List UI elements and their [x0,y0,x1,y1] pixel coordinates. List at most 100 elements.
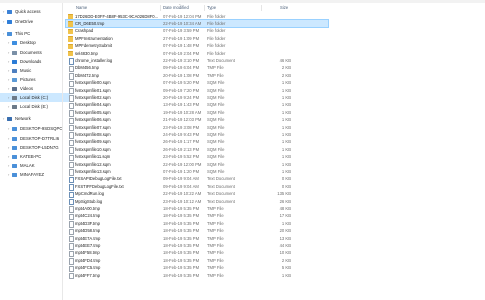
file-row[interactable]: mpt4C24.tmp 18-Feb-19 5:35 PM TMP File 17 K… [66,213,328,221]
file-row[interactable]: fvstxspmfile01.sqm 09-Feb-19 7:20 PM SQM F… [66,87,328,95]
file-row[interactable]: mpt4A00.tmp 18-Feb-19 5:35 PM TMP File 48 K… [66,205,328,213]
file-row[interactable]: chrome_installer.log 22-Feb-19 3:10 PM Tex… [66,57,328,65]
file-row[interactable]: fvstxspmfile04.sqm 13-Feb-19 1:43 PM SQM F… [66,102,328,110]
file-row[interactable]: FXSTIFFDebugLogFile.txt 09-Feb-19 9:04 AM… [66,183,328,191]
chevron-right-icon[interactable]: › [3,31,6,36]
chevron-right-icon[interactable]: › [3,9,6,14]
file-row[interactable]: Crashpad 07-Feb-19 3:59 PM File folder [66,28,328,35]
nav-item[interactable]: › MINAFAYEZ [0,170,44,179]
file-row[interactable]: mpt4E7A.tmp 18-Feb-19 5:35 PM TMP File 13 K… [66,235,328,243]
column-header-date[interactable]: Date modified [163,5,189,10]
file-row[interactable]: mpt4FC5.tmp 18-Feb-19 5:35 PM TMP File 5 KB [66,265,328,272]
column-divider[interactable] [160,5,161,11]
column-divider[interactable] [261,5,262,11]
chevron-right-icon[interactable]: › [3,19,6,24]
file-type: SQM File [207,161,225,167]
file-date-modified: 13-Feb-19 1:43 PM [163,102,200,108]
chevron-right-icon[interactable]: › [8,86,11,91]
nav-item[interactable]: › OneDrive [0,17,33,26]
window-top-strip [0,0,485,3]
chevron-right-icon[interactable]: › [3,116,6,121]
file-date-modified: 18-Feb-19 5:35 PM [163,228,200,234]
file-row[interactable]: fvstxspmfile13.sqm 07-Feb-19 1:20 PM SQM F… [66,168,328,176]
nav-item[interactable]: › Pictures [0,75,36,84]
file-row[interactable]: MPFInstrumentation 27-Feb-19 1:09 PM File … [66,35,328,42]
chevron-right-icon[interactable]: › [8,163,11,168]
nav-item[interactable]: › This PC [0,29,30,38]
file-row[interactable]: fvstxspmfile10.sqm 26-Feb-19 2:13 PM SQM F… [66,146,328,154]
chevron-right-icon[interactable]: › [8,59,11,64]
file-row[interactable]: sel4830.tmp 07-Feb-19 2:04 PM File folder [66,50,328,57]
file-row[interactable]: fvstxspmfile09.sqm 26-Feb-19 1:17 PM SQM F… [66,139,328,147]
file-date-modified: 18-Feb-19 5:35 PM [163,220,200,226]
column-divider[interactable] [204,5,205,11]
file-row[interactable]: MpCmdRun.log 22-Feb-19 10:22 AM Text Docum… [66,191,328,198]
file-row[interactable]: mpt4F58.tmp 18-Feb-19 5:35 PM TMP File 10 K… [66,250,328,258]
nav-item[interactable]: › Quick access [0,7,41,16]
nav-item[interactable]: › Desktop [0,38,36,47]
nav-item-label: DESKTOP-D7TRLI6 [20,136,60,141]
file-row[interactable]: DbM456.tmp 09-Feb-19 6:04 PM TMP File 2 KB [66,65,328,73]
column-header-type[interactable]: Type [207,5,216,10]
nav-item[interactable]: › Downloads [0,57,41,66]
file-type: SQM File [207,124,225,130]
chevron-right-icon[interactable]: › [8,126,11,131]
nav-item[interactable]: › Videos [0,84,33,93]
file-row[interactable]: fvstxspmfile07.sqm 23-Feb-19 3:08 PM SQM F… [66,124,328,132]
file-row[interactable]: MPFdemetrySubmit 07-Feb-19 1:48 PM File fo… [66,43,328,49]
nav-item[interactable]: › Local Disk (E:) [0,102,48,111]
nav-item-label: Quick access [15,9,41,14]
nav-item[interactable]: › DESKTOP-9SDSQPC [0,124,62,133]
nav-item[interactable]: › KATEB-PC [0,152,41,161]
file-row[interactable]: mpt4D3F.tmp 18-Feb-19 5:35 PM TMP File 1 KB [66,220,328,228]
nav-item[interactable]: › MALAK [0,161,35,170]
chevron-right-icon[interactable]: › [8,50,11,55]
nav-item[interactable]: › DESKTOP-D7TRLI6 [0,134,59,143]
file-size: 2 KB [281,65,291,71]
chevron-right-icon[interactable]: › [8,40,11,45]
folder-icon [68,14,73,20]
chevron-right-icon[interactable]: › [8,136,11,141]
column-header-size[interactable]: Size [280,5,288,10]
nav-item[interactable]: › DESKTOP-L5DN7G [0,143,59,152]
column-header-name[interactable]: Name [76,5,87,10]
file-row[interactable]: fvstxspmfile00.sqm 07-Feb-19 5:20 PM SQM F… [66,80,328,87]
nav-item[interactable]: › Documents [0,48,42,57]
nav-item[interactable]: › Music [0,66,31,75]
chevron-right-icon[interactable]: › [8,145,11,150]
file-type: File folder [207,21,226,27]
file-row[interactable]: fvstxspmfile02.sqm 20-Feb-19 9:24 PM SQM F… [66,94,328,102]
file-row[interactable]: fvstxspmfile06.sqm 21-Feb-19 12:03 PM SQM … [66,117,328,124]
file-row[interactable]: fvstxspmfile11.sqm 23-Feb-19 5:52 PM SQM F… [66,154,328,161]
file-row[interactable]: mpt4EE7.tmp 18-Feb-19 5:35 PM TMP File 44 K… [66,242,328,250]
chevron-right-icon[interactable]: › [8,95,11,100]
file-row[interactable]: fvstxspmfile12.sqm 22-Feb-19 12:00 PM SQM … [66,161,328,169]
file-row[interactable]: mpt4FF7.tmp 18-Feb-19 5:35 PM TMP File 1 KB [66,272,328,280]
file-date-modified: 07-Feb-19 2:04 PM [163,50,200,56]
chevron-right-icon[interactable]: › [8,172,11,177]
chevron-right-icon[interactable]: › [8,68,11,73]
file-row[interactable]: FXSAPIDebugLogFile.txt 09-Feb-19 9:04 AM T… [66,176,328,184]
file-date-modified: 18-Feb-19 5:35 PM [163,272,200,278]
file-row[interactable]: 17D26DD-E0FF-4B8F-953C-9CA026D8F0... 07-F… [66,13,328,20]
file-date-modified: 21-Feb-19 12:03 PM [163,117,202,123]
file-row[interactable]: mpt4FD4.tmp 18-Feb-19 5:35 PM TMP File 2 KB [66,257,328,265]
file-row[interactable]: MpSigStub.log 23-Feb-19 10:12 AM Text Docu… [66,198,328,206]
file-date-modified: 07-Feb-19 5:20 PM [163,80,200,86]
file-type: TMP File [207,220,224,226]
nav-item[interactable]: › Local Disk (C:) [0,93,70,102]
nav-item[interactable]: › Network [0,114,31,123]
file-row[interactable]: DbM472.tmp 20-Feb-19 1:08 PM TMP File 2 KB [66,72,328,80]
file-row[interactable]: fvstxspmfile08.sqm 24-Feb-19 9:43 PM SQM F… [66,131,328,139]
nav-icon [12,126,17,131]
file-type: TMP File [207,228,224,234]
file-row[interactable]: mpt4D58.tmp 18-Feb-19 5:35 PM TMP File 20 K… [66,228,328,235]
file-size: 13 KB [279,235,291,241]
chevron-right-icon[interactable]: › [8,104,11,109]
file-row[interactable]: CR_D6E50.tmp 22-Feb-19 10:34 AM File folde… [65,19,329,28]
chevron-right-icon[interactable]: › [8,154,11,159]
nav-item-label: Downloads [20,59,42,64]
file-type: Text Document [207,191,235,197]
file-row[interactable]: fvstxspmfile05.sqm 19-Feb-19 10:28 AM SQM … [66,109,328,117]
chevron-right-icon[interactable]: › [8,77,11,82]
